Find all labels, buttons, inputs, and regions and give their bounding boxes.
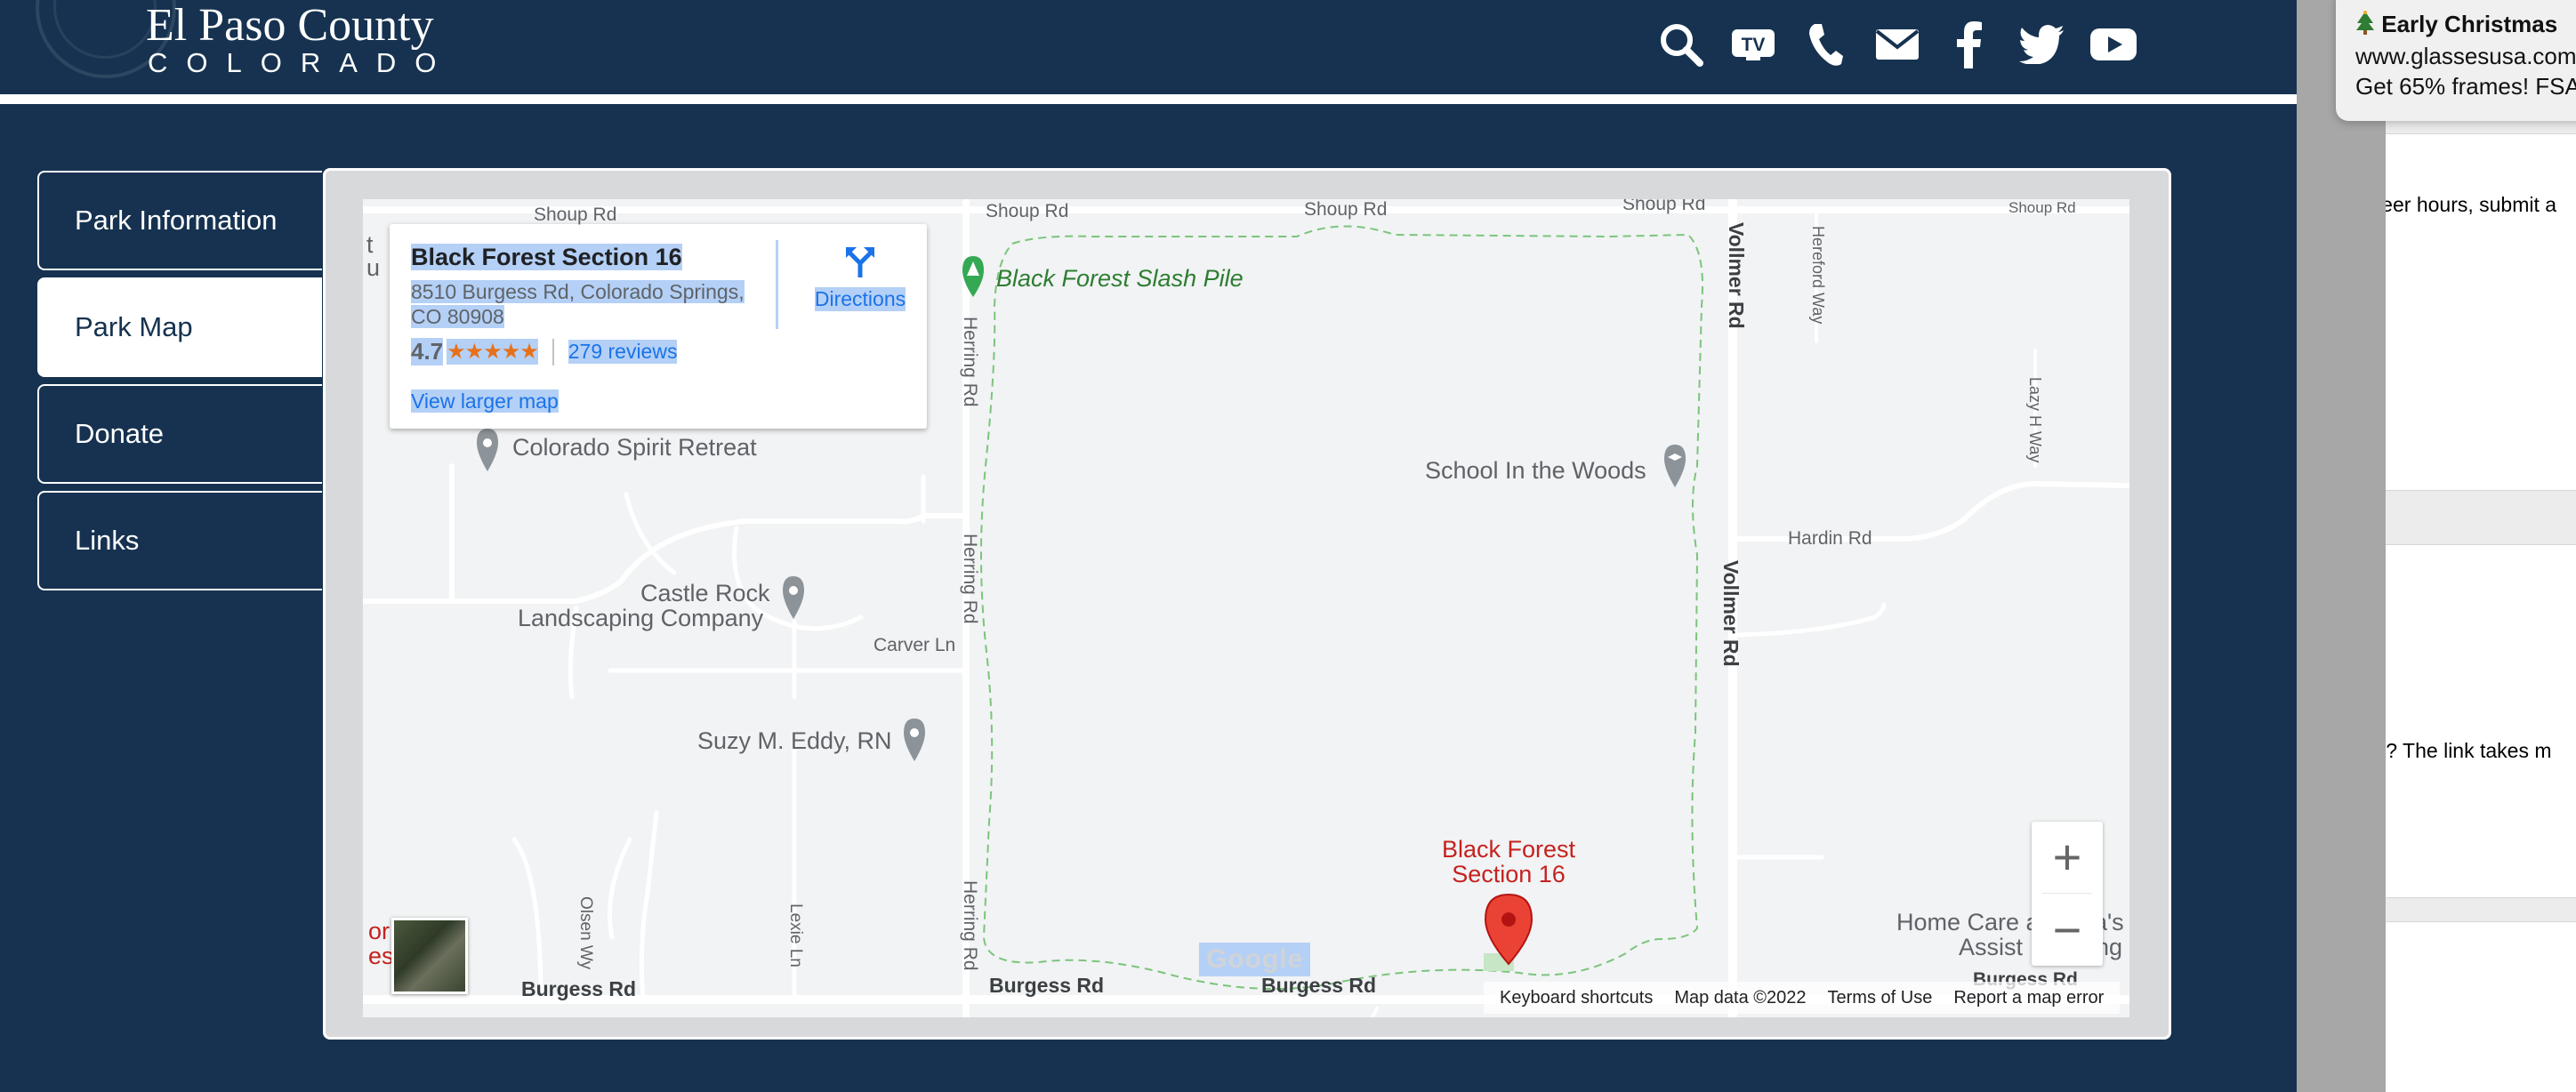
reviews-link[interactable]: 279 reviews <box>568 340 678 364</box>
poi-castle-rock-line-2[interactable]: Landscaping Company <box>518 605 763 631</box>
satellite-layer-toggle[interactable] <box>391 918 468 994</box>
side-panel: nteer hours, submit a se? The link takes… <box>2386 0 2576 1092</box>
header-icon-bar: TV <box>1656 18 2138 71</box>
poi-home-care-line-1a[interactable]: Home Care a <box>1896 909 2040 935</box>
directions-icon <box>846 247 874 277</box>
poi-cut-off-label-4[interactable]: u <box>366 254 380 281</box>
side-panel-card: se? The link takes m <box>2386 544 2576 898</box>
google-map[interactable]: Black Forest Section 16 8510 Burgess Rd,… <box>363 199 2129 1017</box>
street-label: Herring Rd <box>960 880 980 971</box>
street-label: Herring Rd <box>960 534 980 624</box>
street-label: Burgess Rd <box>521 977 637 1000</box>
poi-school-in-the-woods[interactable]: School In the Woods <box>1425 457 1646 484</box>
street-label: Shoup Rd <box>986 201 1069 221</box>
christmas-tree-icon <box>2356 11 2374 35</box>
street-label: Lazy H Way <box>2026 377 2044 463</box>
logo-subtitle[interactable]: COLORADO <box>148 48 455 78</box>
search-icon[interactable] <box>1656 18 1706 71</box>
poi-black-forest-section-16-line-2[interactable]: Section 16 <box>1436 861 1582 887</box>
terms-of-use-link[interactable]: Terms of Use <box>1828 988 1933 1008</box>
street-label: Shoup Rd <box>2008 199 2076 216</box>
site-header: El Paso County COLORADO TV <box>0 0 2297 94</box>
zoom-in-button[interactable]: + <box>2032 822 2103 893</box>
nav-item-park-information[interactable]: Park Information <box>37 171 322 270</box>
street-label: Herring Rd <box>960 317 980 407</box>
directions-button[interactable]: Directions <box>793 244 927 311</box>
street-label: Burgess Rd <box>1261 974 1377 997</box>
overlay-divider-strip <box>2297 0 2386 1092</box>
facebook-icon[interactable] <box>1944 18 1994 71</box>
place-rating: 4.7 <box>411 338 444 365</box>
card-divider <box>776 240 778 329</box>
ad-notification[interactable]: Early Christmas www.glassesusa.com Get 6… <box>2336 0 2576 121</box>
nav-item-park-map[interactable]: Park Map <box>37 277 322 377</box>
street-label: Shoup Rd <box>1622 199 1706 214</box>
street-label: Olsen Wy <box>576 896 595 970</box>
notification-url: www.glassesusa.com <box>2355 43 2576 69</box>
rating-stars-icon: ★★★★★ <box>447 339 539 365</box>
poi-colorado-spirit-retreat[interactable]: Colorado Spirit Retreat <box>512 434 757 461</box>
mail-icon[interactable] <box>1872 18 1922 71</box>
side-panel-text: se? The link takes m <box>2386 739 2552 762</box>
poi-black-forest-slash-pile[interactable]: Black Forest Slash Pile <box>996 265 1244 292</box>
poi-home-care-line-2a[interactable]: Assist <box>1959 934 2023 960</box>
nav-item-donate[interactable]: Donate <box>37 384 322 484</box>
park-nav: Park Information Park Map Donate Links <box>37 171 322 598</box>
street-label: Hardin Rd <box>1788 528 1872 549</box>
street-label: Shoup Rd <box>1304 199 1388 220</box>
poi-castle-rock-line-1[interactable]: Castle Rock <box>640 580 770 606</box>
google-logo[interactable]: Google <box>1199 943 1311 976</box>
side-panel-text: nteer hours, submit a <box>2386 193 2557 216</box>
phone-icon[interactable] <box>1800 18 1850 71</box>
page: El Paso County COLORADO TV Park Informat… <box>0 0 2576 1092</box>
place-info-card: Black Forest Section 16 8510 Burgess Rd,… <box>390 224 927 429</box>
tv-icon[interactable]: TV <box>1728 18 1778 71</box>
side-panel-card <box>2386 921 2576 1092</box>
place-title: Black Forest Section 16 <box>411 244 682 270</box>
twitter-icon[interactable] <box>2017 18 2066 71</box>
street-label: Hereford Way <box>1809 226 1827 325</box>
svg-text:TV: TV <box>1742 35 1766 55</box>
directions-label: Directions <box>814 287 906 311</box>
poi-cut-off-label-2[interactable]: es <box>368 943 394 969</box>
view-larger-map-link[interactable]: View larger map <box>411 389 559 414</box>
side-panel-card: nteer hours, submit a <box>2386 133 2576 491</box>
street-label: Lexie Ln <box>786 903 805 968</box>
place-address: 8510 Burgess Rd, Colorado Springs, CO 80… <box>411 280 745 328</box>
notification-text: Get 65% frames! FSA <box>2355 73 2576 100</box>
header-divider <box>0 94 2297 104</box>
zoom-controls: + − <box>2032 822 2103 966</box>
street-label: Vollmer Rd <box>1719 560 1743 667</box>
street-label: Carver Ln <box>873 635 956 655</box>
zoom-divider <box>2042 893 2092 894</box>
notification-title: Early Christmas <box>2355 11 2557 38</box>
poi-black-forest-section-16-line-1[interactable]: Black Forest <box>1436 836 1582 863</box>
map-data-attribution: Map data ©2022 <box>1674 987 1807 1008</box>
street-label: Vollmer Rd <box>1725 222 1748 329</box>
logo-title[interactable]: El Paso County <box>146 0 434 52</box>
poi-suzy-m-eddy[interactable]: Suzy M. Eddy, RN <box>697 727 892 754</box>
street-label: Burgess Rd <box>989 974 1105 997</box>
nav-item-links[interactable]: Links <box>37 491 322 590</box>
map-footer: Keyboard shortcuts Map data ©2022 Terms … <box>1484 982 2121 1014</box>
place-rating-row: 4.7 ★★★★★ 279 reviews <box>411 338 678 365</box>
zoom-out-button[interactable]: − <box>2032 895 2103 966</box>
street-label: Shoup Rd <box>534 205 617 225</box>
rating-separator <box>551 338 554 365</box>
report-map-error-link[interactable]: Report a map error <box>1953 988 2104 1008</box>
youtube-icon[interactable] <box>2089 18 2138 71</box>
poi-cut-off-label-1[interactable]: or <box>368 918 390 944</box>
keyboard-shortcuts-link[interactable]: Keyboard shortcuts <box>1500 988 1653 1008</box>
